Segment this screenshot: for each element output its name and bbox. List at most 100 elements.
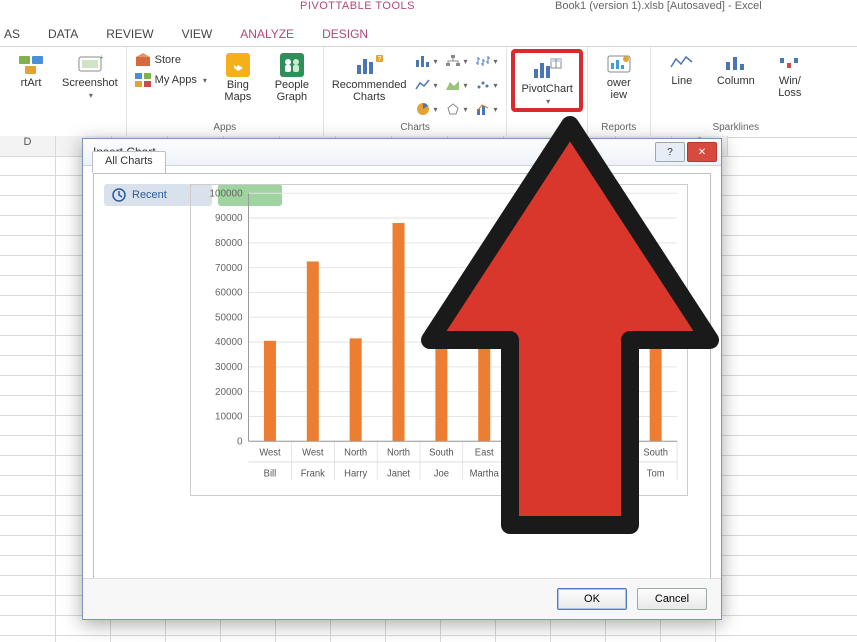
line-chart-dropdown[interactable] (414, 75, 438, 95)
my-apps-icon (135, 73, 151, 87)
stock-chart-dropdown[interactable] (474, 51, 498, 71)
stock-chart-icon (475, 54, 491, 68)
dialog-help-button[interactable]: ? (655, 142, 685, 162)
hierarchy-chart-icon (445, 54, 461, 68)
sparkline-winloss-label: Win/ Loss (778, 75, 801, 99)
svg-text:Bill: Bill (264, 468, 277, 479)
group-label-sparklines: Sparklines (712, 122, 759, 135)
svg-text:+: + (99, 53, 103, 62)
column-chart-dropdown[interactable] (414, 51, 438, 71)
svg-text:30000: 30000 (215, 362, 243, 373)
workbook-title: Book1 (version 1).xlsb [Autosaved] - Exc… (555, 0, 762, 12)
group-label-apps: Apps (213, 122, 236, 135)
bing-maps-button[interactable]: Bing Maps (215, 51, 261, 103)
sparkline-winloss-button[interactable]: Win/ Loss (767, 51, 813, 99)
svg-text:South: South (429, 448, 454, 459)
pivotchart-button[interactable]: PivotChart (521, 55, 572, 106)
svg-text:?: ? (378, 56, 382, 63)
area-chart-dropdown[interactable] (444, 75, 468, 95)
svg-text:Tom: Tom (647, 468, 665, 479)
svg-text:West: West (259, 448, 281, 459)
people-graph-label: People Graph (275, 79, 309, 103)
sparkline-line-button[interactable]: Line (659, 51, 705, 87)
svg-text:Sam: Sam (603, 468, 622, 479)
svg-text:100000: 100000 (210, 188, 243, 199)
svg-text:Mary: Mary (517, 468, 538, 479)
legend-fragment: um of (650, 335, 675, 346)
my-apps-label: My Apps (155, 74, 197, 86)
group-label-pivotchart (546, 122, 549, 135)
svg-text:Frank: Frank (301, 468, 325, 479)
svg-text:North: North (344, 448, 367, 459)
recommended-charts-label: Recommended Charts (332, 79, 407, 103)
people-graph-button[interactable]: People Graph (269, 51, 315, 103)
contextual-tool-title: PIVOTTABLE TOOLS (300, 0, 415, 12)
svg-text:90000: 90000 (215, 213, 243, 224)
smartart-button[interactable]: rtArt (8, 51, 54, 89)
sparkline-column-label: Column (717, 75, 755, 87)
chart-preview: 0100002000030000400005000060000700008000… (190, 184, 688, 496)
svg-text:North: North (387, 448, 410, 459)
column-chart-icon (415, 54, 431, 68)
my-apps-button[interactable]: My Apps (135, 71, 207, 89)
sparkline-line-icon (669, 53, 695, 73)
svg-text:South: South (643, 448, 668, 459)
svg-text:East: East (561, 448, 580, 459)
recent-label: Recent (132, 189, 167, 201)
scatter-chart-dropdown[interactable] (474, 75, 498, 95)
recommended-charts-button[interactable]: ? Recommended Charts (332, 51, 407, 103)
radar-chart-icon (445, 102, 461, 116)
sparkline-column-button[interactable]: Column (713, 51, 759, 87)
dialog-close-button[interactable]: ✕ (687, 142, 717, 162)
pivotchart-label: PivotChart (521, 83, 572, 95)
line-chart-icon (415, 78, 431, 92)
sparkline-column-icon (723, 53, 749, 73)
svg-text:70000: 70000 (215, 263, 243, 274)
tab-formulas-cut[interactable]: AS (0, 21, 34, 46)
ribbon-tabs: AS DATA REVIEW VIEW ANALYZE DESIGN (0, 18, 857, 47)
pivotchart-highlight: PivotChart (511, 49, 582, 112)
dialog-title: Insert Chart (93, 145, 653, 159)
power-view-button[interactable]: ower iew (596, 51, 642, 101)
svg-text:60000: 60000 (215, 287, 243, 298)
pie-chart-dropdown[interactable] (414, 99, 438, 119)
bing-maps-label: Bing Maps (224, 79, 251, 103)
hierarchy-chart-dropdown[interactable] (444, 51, 468, 71)
svg-text:West: West (302, 448, 324, 459)
group-label-charts: Charts (400, 122, 429, 135)
svg-text:50000: 50000 (215, 312, 243, 323)
smartart-icon (18, 53, 44, 75)
column-header[interactable]: D (0, 136, 56, 156)
area-chart-icon (445, 78, 461, 92)
power-view-label: ower iew (607, 77, 631, 101)
sparkline-winloss-icon (777, 53, 803, 73)
tab-data[interactable]: DATA (34, 21, 92, 46)
dialog-tab-all-charts[interactable]: All Charts (92, 151, 166, 173)
ribbon: rtArt + Screenshot (0, 47, 857, 138)
group-label-illustrations (61, 122, 64, 135)
svg-text:Ralph: Ralph (558, 468, 583, 479)
combo-chart-dropdown[interactable] (474, 99, 498, 119)
svg-text:West: West (516, 448, 538, 459)
svg-text:East: East (475, 448, 494, 459)
recommended-charts-icon: ? (354, 53, 384, 77)
screenshot-button[interactable]: + Screenshot (62, 51, 118, 100)
svg-text:80000: 80000 (215, 238, 243, 249)
recent-icon (112, 188, 126, 202)
store-button[interactable]: Store (135, 51, 207, 69)
svg-text:40000: 40000 (215, 337, 243, 348)
ok-button[interactable]: OK (557, 588, 627, 610)
people-graph-icon (280, 53, 304, 77)
tab-review[interactable]: REVIEW (92, 21, 167, 46)
radar-chart-dropdown[interactable] (444, 99, 468, 119)
pivotchart-icon (532, 57, 562, 81)
smartart-label: rtArt (21, 77, 42, 89)
svg-text:20000: 20000 (215, 387, 243, 398)
group-label-reports: Reports (601, 122, 636, 135)
cancel-button[interactable]: Cancel (637, 588, 707, 610)
tab-analyze[interactable]: ANALYZE (226, 21, 308, 46)
insert-chart-dialog: Insert Chart ? ✕ All Charts Recent 01000… (82, 138, 722, 620)
chart-type-gallery (414, 51, 498, 119)
tab-view[interactable]: VIEW (168, 21, 227, 46)
tab-design[interactable]: DESIGN (308, 21, 382, 46)
